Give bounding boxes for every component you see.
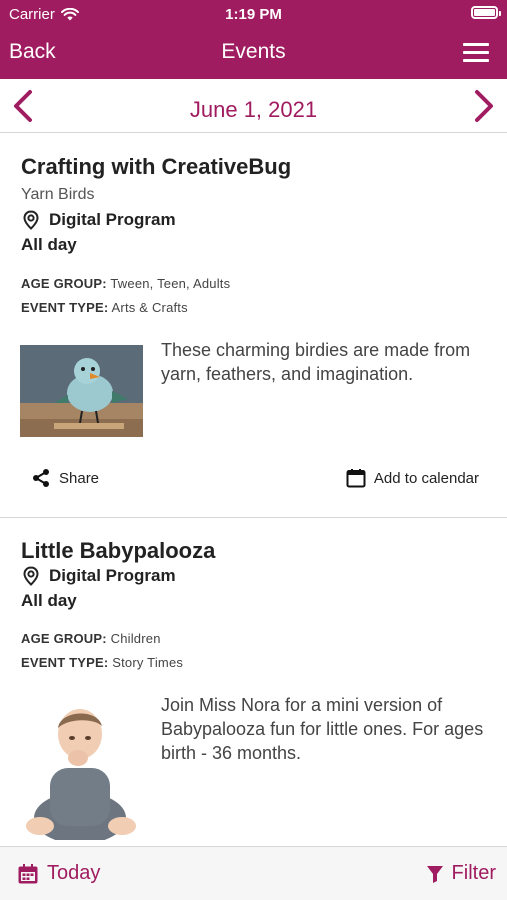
status-time: 1:19 PM	[225, 6, 282, 23]
event-image	[20, 345, 143, 437]
location-pin-icon	[23, 210, 39, 230]
filter-label: Filter	[451, 862, 496, 884]
event-type: EVENT TYPE: Arts & Crafts	[21, 300, 188, 315]
filter-button[interactable]: Filter	[426, 862, 496, 885]
event-time: All day	[21, 235, 77, 254]
back-button[interactable]: Back	[9, 40, 56, 64]
event-location-label: Digital Program	[49, 566, 176, 585]
date-navigation: June 1, 2021	[0, 79, 507, 133]
calendar-icon	[18, 863, 38, 883]
age-group-value: Children	[110, 631, 161, 646]
current-date: June 1, 2021	[189, 97, 318, 122]
event-age-group: AGE GROUP: Tween, Teen, Adults	[21, 276, 230, 291]
bottom-toolbar: Today Filter	[0, 846, 507, 900]
age-group-value: Tween, Teen, Adults	[110, 276, 231, 291]
event-time: All day	[21, 591, 77, 610]
add-to-calendar-button[interactable]: Add to calendar	[346, 458, 479, 498]
navigation-bar: Back Events	[0, 28, 507, 79]
calendar-icon	[346, 469, 366, 488]
share-button[interactable]: Share	[31, 458, 99, 498]
event-subtitle: Yarn Birds	[21, 186, 95, 203]
page-title: Events	[221, 40, 286, 63]
event-description: These charming birdies are made from yar…	[161, 340, 471, 384]
battery-icon	[471, 6, 501, 19]
event-age-group: AGE GROUP: Children	[21, 631, 161, 646]
event-title[interactable]: Little Babypalooza	[21, 538, 215, 564]
event-location: Digital Program	[21, 566, 176, 586]
age-group-label: AGE GROUP:	[21, 631, 107, 646]
hamburger-menu-icon[interactable]	[463, 43, 489, 63]
event-title[interactable]: Crafting with CreativeBug	[21, 154, 291, 180]
share-label: Share	[59, 469, 100, 487]
event-type-label: EVENT TYPE:	[21, 655, 109, 670]
event-card[interactable]: Little Babypalooza Digital Program All d…	[0, 518, 507, 846]
event-actions: Share Add to calendar	[0, 458, 507, 498]
event-type-value: Arts & Crafts	[111, 300, 188, 315]
event-location-label: Digital Program	[49, 210, 176, 229]
today-button[interactable]: Today	[17, 862, 100, 885]
event-description: Join Miss Nora for a mini version of Bab…	[161, 695, 484, 763]
event-card[interactable]: Crafting with CreativeBug Yarn Birds Dig…	[0, 134, 507, 517]
event-location: Digital Program	[21, 210, 176, 230]
event-type-label: EVENT TYPE:	[21, 300, 109, 315]
top-bar: Carrier 1:19 PM Back Events	[0, 0, 507, 79]
add-to-calendar-label: Add to calendar	[373, 469, 479, 487]
today-label: Today	[47, 862, 101, 884]
event-image	[20, 700, 143, 840]
age-group-label: AGE GROUP:	[21, 276, 107, 291]
filter-icon	[426, 865, 443, 883]
location-pin-icon	[23, 566, 39, 586]
chevron-right-icon[interactable]	[469, 89, 499, 123]
event-type-value: Story Times	[112, 655, 184, 670]
event-type: EVENT TYPE: Story Times	[21, 655, 183, 670]
share-icon	[33, 469, 49, 487]
status-bar: Carrier 1:19 PM	[0, 0, 507, 28]
